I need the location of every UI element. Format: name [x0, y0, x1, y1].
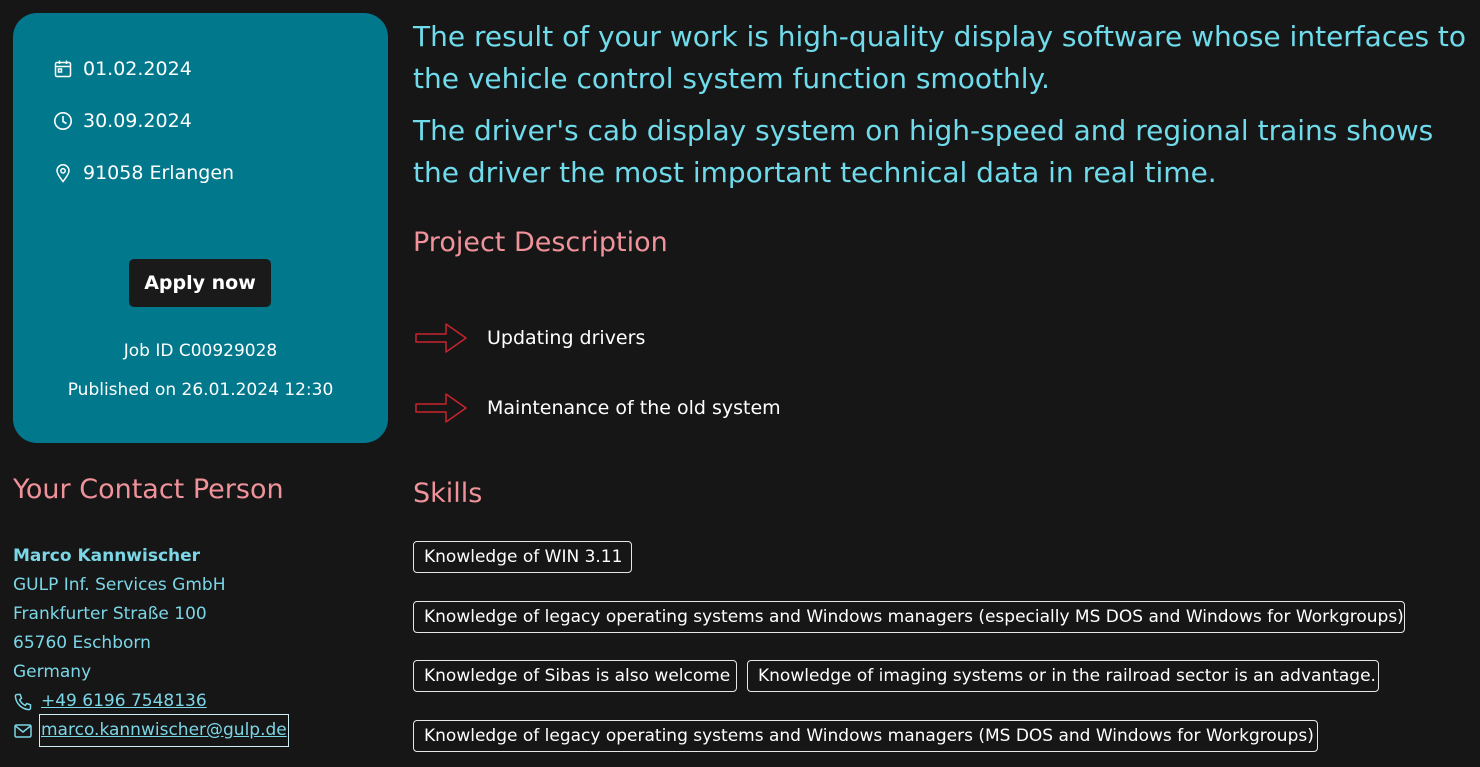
skills-title: Skills — [413, 478, 483, 509]
skill-tag: Knowledge of legacy operating systems an… — [413, 720, 1318, 752]
intro-paragraph: The driver's cab display system on high-… — [413, 114, 1434, 189]
location-pin-icon — [53, 163, 73, 183]
mail-icon — [13, 721, 33, 741]
arrow-right-icon — [414, 320, 468, 356]
location: 91058 Erlangen — [83, 162, 235, 184]
contact-name: Marco Kannwischer — [13, 546, 201, 566]
contact-street: Frankfurter Straße 100 — [13, 604, 207, 624]
project-item-label: Updating drivers — [487, 327, 646, 349]
contact-company: GULP Inf. Services GmbH — [13, 575, 226, 595]
location-row: 91058 Erlangen — [53, 162, 234, 184]
page: 01.02.2024 30.09.2024 91058 Erlangen App… — [0, 0, 1480, 767]
published-date: Published on 26.01.2024 12:30 — [67, 380, 334, 400]
skill-tag: Knowledge of legacy operating systems an… — [413, 601, 1405, 633]
contact-details: Marco Kannwischer GULP Inf. Services Gmb… — [13, 542, 289, 747]
job-id: Job ID C00929028 — [123, 341, 278, 361]
apply-now-button[interactable]: Apply now — [129, 259, 271, 307]
contact-email-link[interactable]: marco.kannwischer@gulp.de — [39, 714, 289, 747]
skill-tag: Knowledge of WIN 3.11 — [413, 541, 632, 573]
start-date-row: 01.02.2024 — [53, 58, 192, 80]
project-description-title: Project Description — [413, 227, 668, 258]
skill-tag: Knowledge of imaging systems or in the r… — [747, 660, 1379, 692]
phone-icon — [13, 692, 33, 712]
contact-phone-link[interactable]: +49 6196 7548136 — [41, 687, 207, 716]
job-info-card: 01.02.2024 30.09.2024 91058 Erlangen App… — [13, 13, 388, 443]
calendar-icon — [53, 59, 73, 79]
intro-paragraph: The result of your work is high-quality … — [413, 20, 1467, 95]
contact-city: 65760 Eschborn — [13, 633, 151, 653]
contact-section-title: Your Contact Person — [13, 474, 284, 505]
start-date: 01.02.2024 — [83, 58, 192, 80]
skill-tag: Knowledge of Sibas is also welcome — [413, 660, 737, 692]
end-date-row: 30.09.2024 — [53, 110, 192, 132]
job-intro: The result of your work is high-quality … — [413, 16, 1473, 204]
contact-email-row: marco.kannwischer@gulp.de — [13, 714, 289, 747]
contact-country: Germany — [13, 662, 92, 682]
project-item: Maintenance of the old system — [414, 390, 781, 426]
project-item-label: Maintenance of the old system — [487, 397, 781, 419]
clock-icon — [53, 111, 73, 131]
arrow-right-icon — [414, 390, 468, 426]
end-date: 30.09.2024 — [83, 110, 192, 132]
project-item: Updating drivers — [414, 320, 645, 356]
contact-phone-row: +49 6196 7548136 — [13, 687, 287, 716]
